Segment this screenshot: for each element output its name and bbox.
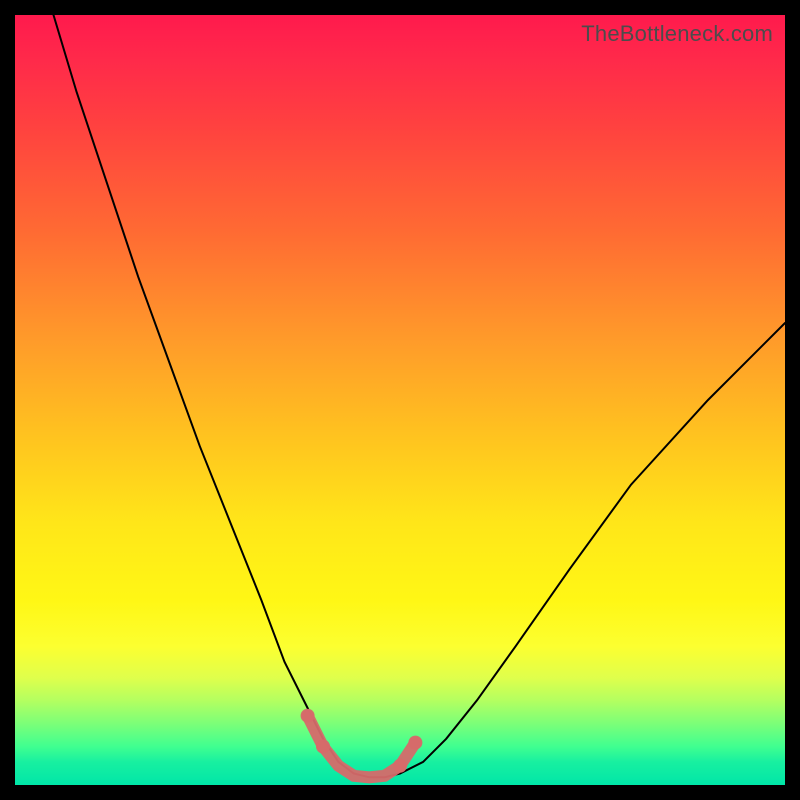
chart-frame: TheBottleneck.com: [0, 0, 800, 800]
optimum-range-dot: [301, 709, 315, 723]
optimum-range-dot: [408, 736, 422, 750]
optimum-range-dot: [316, 740, 330, 754]
bottleneck-curve: [54, 15, 786, 777]
optimum-range-dot: [393, 759, 407, 773]
chart-overlay: [15, 15, 785, 785]
plot-area: TheBottleneck.com: [15, 15, 785, 785]
